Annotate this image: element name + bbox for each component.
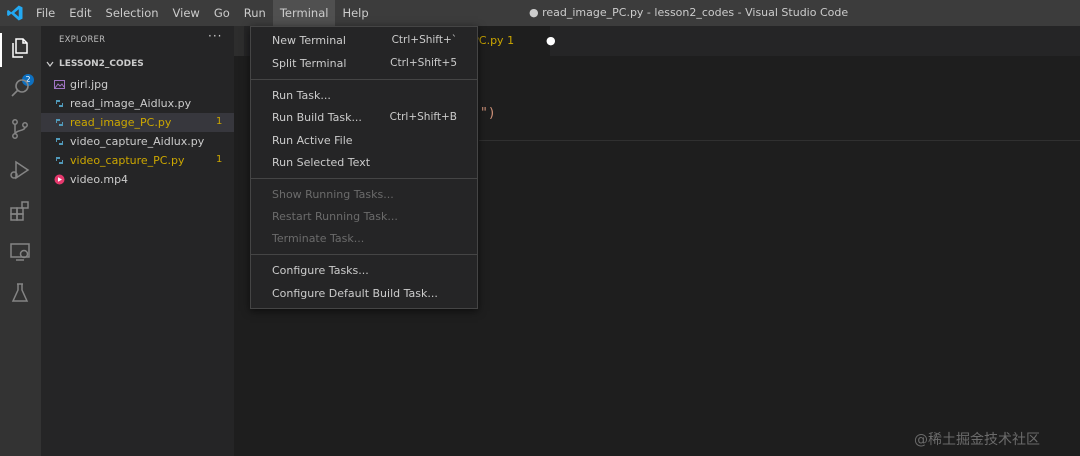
menu-item-label: New Terminal xyxy=(272,34,346,47)
menu-file[interactable]: File xyxy=(29,0,62,26)
active-view-indicator xyxy=(0,33,2,67)
menu-item-label: Split Terminal xyxy=(272,57,347,70)
folder-lesson2-codes[interactable]: LESSON2_CODES xyxy=(41,56,234,74)
chevron-down-icon xyxy=(46,61,54,67)
menu-separator xyxy=(251,254,477,255)
file-name: video_capture_Aidlux.py xyxy=(70,135,205,148)
menu-item-new-terminal[interactable]: New Terminal Ctrl+Shift+` xyxy=(251,30,477,52)
file-item-read-image-pc[interactable]: read_image_PC.py 1 xyxy=(41,113,234,132)
problem-count-badge: 1 xyxy=(216,116,223,127)
menu-item-label: Restart Running Task... xyxy=(272,210,398,223)
file-name: video_capture_PC.py xyxy=(70,154,185,167)
menu-separator xyxy=(251,79,477,80)
menu-item-label: Run Selected Text xyxy=(272,156,371,169)
code-line-fragment[interactable]: ") xyxy=(480,106,496,121)
menu-item-label: Run Task... xyxy=(272,89,331,102)
menu-run[interactable]: Run xyxy=(237,0,273,26)
file-item-girl-jpg[interactable]: girl.jpg xyxy=(41,75,234,94)
problem-count-badge: 1 xyxy=(216,154,223,165)
unsaved-dot-icon[interactable]: ● xyxy=(546,34,556,47)
menu-separator xyxy=(251,178,477,179)
window-title: ● read_image_PC.py - lesson2_codes - Vis… xyxy=(529,6,849,19)
file-item-video-capture-aidlux[interactable]: video_capture_Aidlux.py xyxy=(41,132,234,151)
vscode-logo-icon[interactable] xyxy=(6,4,24,22)
menu-item-run-build-task[interactable]: Run Build Task... Ctrl+Shift+B xyxy=(251,107,477,129)
source-control-icon[interactable] xyxy=(8,117,32,141)
menu-item-label: Terminate Task... xyxy=(272,232,365,245)
file-item-read-image-aidlux[interactable]: read_image_Aidlux.py xyxy=(41,94,234,113)
watermark: @稀土掘金技术社区 xyxy=(914,432,1040,448)
python-file-icon xyxy=(56,157,63,164)
python-file-icon xyxy=(56,138,63,145)
file-item-video-mp4[interactable]: video.mp4 xyxy=(41,170,234,189)
testing-icon[interactable] xyxy=(8,281,32,305)
menu-item-label: Configure Default Build Task... xyxy=(272,287,438,300)
menu-terminal[interactable]: Terminal xyxy=(272,0,336,26)
title-bar: File Edit Selection View Go Run Terminal… xyxy=(0,0,1080,26)
file-name: video.mp4 xyxy=(70,173,129,186)
menu-go[interactable]: Go xyxy=(207,0,237,26)
menu-item-shortcut: Ctrl+Shift+5 xyxy=(390,57,457,69)
menu-item-show-running-tasks: Show Running Tasks... xyxy=(251,184,477,206)
explorer-sidebar: EXPLORER ··· LESSON2_CODES girl.jpg read… xyxy=(41,26,234,456)
python-file-icon xyxy=(56,100,63,107)
menu-item-run-active-file[interactable]: Run Active File xyxy=(251,130,477,152)
explorer-title: EXPLORER xyxy=(59,35,106,45)
menu-item-shortcut: Ctrl+Shift+B xyxy=(389,111,457,123)
file-name: girl.jpg xyxy=(70,78,109,91)
menu-help[interactable]: Help xyxy=(335,0,375,26)
menu-item-configure-default-build-task[interactable]: Configure Default Build Task... xyxy=(251,283,477,305)
menu-item-label: Show Running Tasks... xyxy=(272,188,394,201)
file-name: read_image_PC.py xyxy=(70,116,172,129)
extensions-icon[interactable] xyxy=(8,199,32,223)
menu-item-terminate-task: Terminate Task... xyxy=(251,228,477,250)
menu-item-run-task[interactable]: Run Task... xyxy=(251,85,477,107)
python-file-icon xyxy=(56,119,63,126)
explorer-icon[interactable] xyxy=(8,36,32,60)
menu-item-configure-tasks[interactable]: Configure Tasks... xyxy=(251,260,477,282)
image-file-icon xyxy=(54,80,65,89)
run-debug-icon[interactable] xyxy=(8,158,32,182)
more-actions-icon[interactable]: ··· xyxy=(208,29,222,43)
menu-item-split-terminal[interactable]: Split Terminal Ctrl+Shift+5 xyxy=(251,53,477,75)
search-icon[interactable] xyxy=(8,76,32,100)
video-file-icon xyxy=(54,174,65,185)
menu-item-label: Run Build Task... xyxy=(272,111,362,124)
menu-selection[interactable]: Selection xyxy=(99,0,166,26)
menu-item-restart-running-task: Restart Running Task... xyxy=(251,206,477,228)
folder-name: LESSON2_CODES xyxy=(59,59,144,69)
file-name: read_image_Aidlux.py xyxy=(70,97,192,110)
remote-explorer-icon[interactable] xyxy=(8,240,32,264)
activity-bar: 2 xyxy=(0,26,41,456)
tab-previous[interactable] xyxy=(234,26,244,56)
menu-item-run-selected-text[interactable]: Run Selected Text xyxy=(251,152,477,174)
file-item-video-capture-pc[interactable]: video_capture_PC.py 1 xyxy=(41,151,234,170)
menu-item-label: Configure Tasks... xyxy=(272,264,369,277)
current-line-highlight xyxy=(479,140,1080,141)
menu-item-label: Run Active File xyxy=(272,134,353,147)
menu-bar: File Edit Selection View Go Run Terminal… xyxy=(29,0,376,26)
menu-view[interactable]: View xyxy=(166,0,207,26)
menu-edit[interactable]: Edit xyxy=(62,0,98,26)
terminal-menu-dropdown: New Terminal Ctrl+Shift+` Split Terminal… xyxy=(250,26,478,309)
menu-item-shortcut: Ctrl+Shift+` xyxy=(391,34,457,46)
